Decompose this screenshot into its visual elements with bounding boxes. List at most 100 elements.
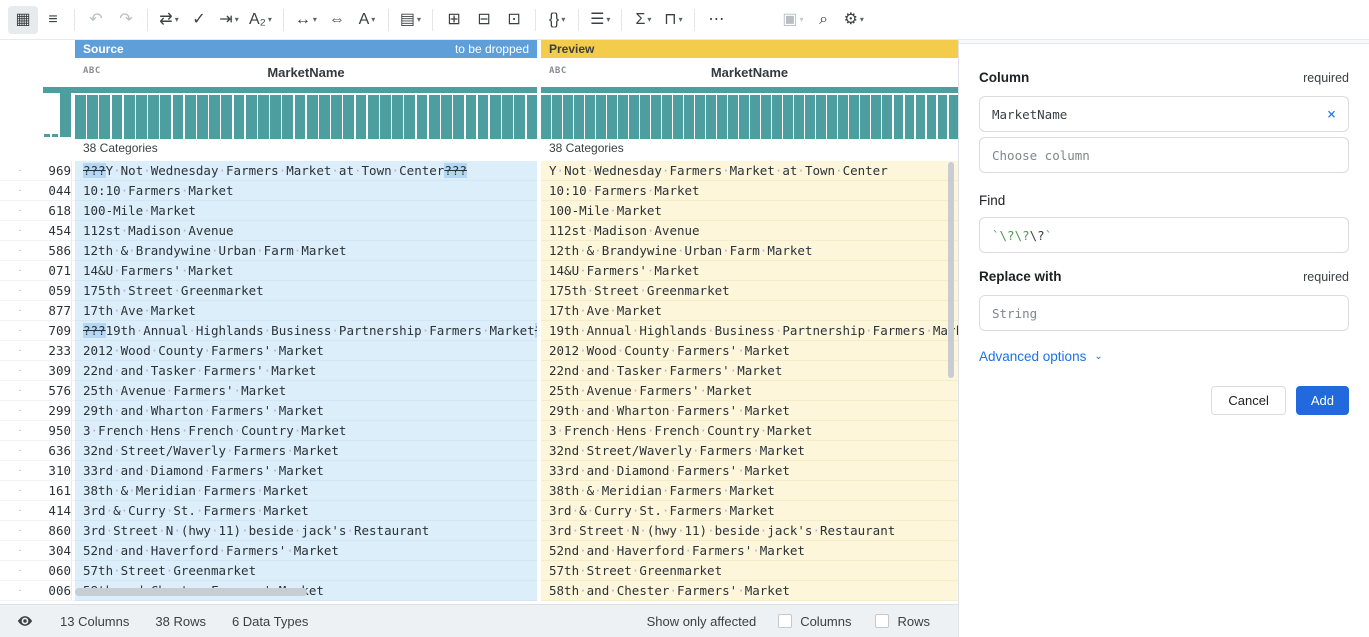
histogram-bar[interactable] (596, 95, 606, 139)
histogram-bar[interactable] (221, 95, 232, 139)
histogram-bar[interactable] (429, 95, 440, 139)
histogram-bar[interactable] (849, 95, 859, 139)
preview-cell[interactable]: 52nd·and·Haverford·Farmers'·Market (541, 541, 958, 561)
row-id-cell[interactable]: 059 (40, 281, 72, 301)
source-cell[interactable]: 175th·Street·Greenmarket (75, 281, 537, 301)
row-operations-icon[interactable]: ▤▾ (395, 6, 426, 34)
histogram-bar[interactable] (816, 95, 826, 139)
histogram-bar[interactable] (860, 95, 870, 139)
histogram-bar[interactable] (640, 95, 650, 139)
filter-icon[interactable]: ☰▾ (585, 6, 615, 34)
row-id-cell[interactable]: 454 (40, 221, 72, 241)
columns-checkbox-group[interactable]: Columns (778, 614, 851, 629)
row-id-cell[interactable]: 309 (40, 361, 72, 381)
preview-cell[interactable]: 100-Mile·Market (541, 201, 958, 221)
join-table-icon[interactable]: ⊟ (469, 6, 499, 34)
histogram-bar[interactable] (805, 95, 815, 139)
histogram-bar[interactable] (234, 95, 245, 139)
source-cell[interactable]: 17th·Ave·Market (75, 301, 537, 321)
histogram-bar[interactable] (380, 95, 391, 139)
histogram-bar[interactable] (356, 95, 367, 139)
preview-column-header[interactable]: ABC MarketName (541, 58, 958, 86)
source-cell[interactable]: 3rd·Street·N·(hwy·11)·beside·jack's·Rest… (75, 521, 537, 541)
source-column-name[interactable]: MarketName (75, 65, 537, 80)
histogram-bar[interactable] (99, 95, 110, 139)
histogram-bar[interactable] (343, 95, 354, 139)
histogram-bar[interactable] (750, 95, 760, 139)
histogram-bar[interactable] (949, 95, 958, 139)
vertical-scrollbar[interactable] (948, 162, 954, 378)
grid-view-icon[interactable]: ▦ (8, 6, 38, 34)
histogram-bar[interactable] (295, 95, 306, 139)
source-cell[interactable]: 57th·Street·Greenmarket (75, 561, 537, 581)
histogram-bar[interactable] (319, 95, 330, 139)
source-cell[interactable]: 25th·Avenue·Farmers'·Market (75, 381, 537, 401)
histogram-bar[interactable] (60, 93, 71, 137)
preview-cell[interactable]: 2012·Wood·County·Farmers'·Market (541, 341, 958, 361)
row-id-cell[interactable]: 299 (40, 401, 72, 421)
columns-checkbox[interactable] (778, 614, 792, 628)
histogram-bar[interactable] (124, 95, 135, 139)
row-id-cell[interactable]: 860 (40, 521, 72, 541)
histogram-bar[interactable] (307, 95, 318, 139)
source-column-header[interactable]: ABC MarketName (75, 58, 537, 86)
replace-values-icon[interactable]: ⇄▾ (154, 6, 184, 34)
preview-cell[interactable]: 32nd·Street/Waverly·Farmers·Market (541, 441, 958, 461)
preview-cell[interactable]: Y·Not·Wednesday·Farmers·Market·at·Town·C… (541, 161, 958, 181)
pivot-icon[interactable]: ⊓▾ (658, 6, 688, 34)
histogram-bar[interactable] (282, 95, 293, 139)
histogram-bar[interactable] (629, 95, 639, 139)
source-cell[interactable]: 29th·and·Wharton·Farmers'·Market (75, 401, 537, 421)
cancel-button[interactable]: Cancel (1211, 386, 1285, 415)
horizontal-scrollbar[interactable] (75, 588, 307, 596)
histogram-bar[interactable] (490, 95, 501, 139)
histogram-bar[interactable] (827, 95, 837, 139)
source-cell[interactable]: 12th·&·Brandywine·Urban·Farm·Market (75, 241, 537, 261)
text-tools-icon[interactable]: A▾ (352, 6, 382, 34)
preview-cell[interactable]: 14&U·Farmers'·Market (541, 261, 958, 281)
histogram-bar[interactable] (871, 95, 881, 139)
histogram-bar[interactable] (838, 95, 848, 139)
histogram-bar[interactable] (404, 95, 415, 139)
find-input[interactable]: `\?\?\?` (979, 217, 1349, 253)
row-id-cell[interactable]: 709 (40, 321, 72, 341)
list-view-icon[interactable]: ≡ (38, 6, 68, 34)
preview-cell[interactable]: 57th·Street·Greenmarket (541, 561, 958, 581)
histogram-bar[interactable] (52, 134, 58, 137)
replace-input[interactable]: String (979, 295, 1349, 331)
row-id-cell[interactable]: 060 (40, 561, 72, 581)
source-cell[interactable]: ???Y·Not·Wednesday·Farmers·Market·at·Tow… (75, 161, 537, 181)
row-id-cell[interactable]: 636 (40, 441, 72, 461)
source-cell[interactable]: 100-Mile·Market (75, 201, 537, 221)
histogram-bar[interactable] (209, 95, 220, 139)
histogram-bar[interactable] (44, 134, 50, 137)
row-id-cell[interactable]: 414 (40, 501, 72, 521)
aggregate-icon[interactable]: Σ▾ (628, 6, 658, 34)
histogram-bar[interactable] (783, 95, 793, 139)
histogram-bar[interactable] (368, 95, 379, 139)
histogram-bar[interactable] (552, 95, 562, 139)
histogram-bar[interactable] (392, 95, 403, 139)
preview-cell[interactable]: 17th·Ave·Market (541, 301, 958, 321)
validate-icon[interactable]: ✓ (184, 6, 214, 34)
more-actions-icon[interactable]: ⋯ (701, 6, 731, 34)
histogram-bar[interactable] (417, 95, 428, 139)
histogram-bar[interactable] (695, 95, 705, 139)
histogram-bar[interactable] (706, 95, 716, 139)
find-in-data-icon[interactable]: ⌕ (809, 6, 839, 34)
row-id-cell[interactable]: 304 (40, 541, 72, 561)
advanced-options-toggle[interactable]: Advanced options ⌄ (979, 349, 1349, 364)
preview-cell[interactable]: 33rd·and·Diamond·Farmers'·Market (541, 461, 958, 481)
histogram-bar[interactable] (916, 95, 926, 139)
source-cell[interactable]: 3rd·&·Curry·St.·Farmers·Market (75, 501, 537, 521)
histogram-bar[interactable] (927, 95, 937, 139)
sort-icon[interactable]: A₂▾ (244, 6, 277, 34)
histogram-bar[interactable] (270, 95, 281, 139)
histogram-bar[interactable] (160, 95, 171, 139)
preview-column-name[interactable]: MarketName (541, 65, 958, 80)
histogram-bar[interactable] (502, 95, 513, 139)
preview-cell[interactable]: 22nd·and·Tasker·Farmers'·Market (541, 361, 958, 381)
source-cell[interactable]: 112st·Madison·Avenue (75, 221, 537, 241)
row-id-cell[interactable]: 576 (40, 381, 72, 401)
histogram-bar[interactable] (574, 95, 584, 139)
